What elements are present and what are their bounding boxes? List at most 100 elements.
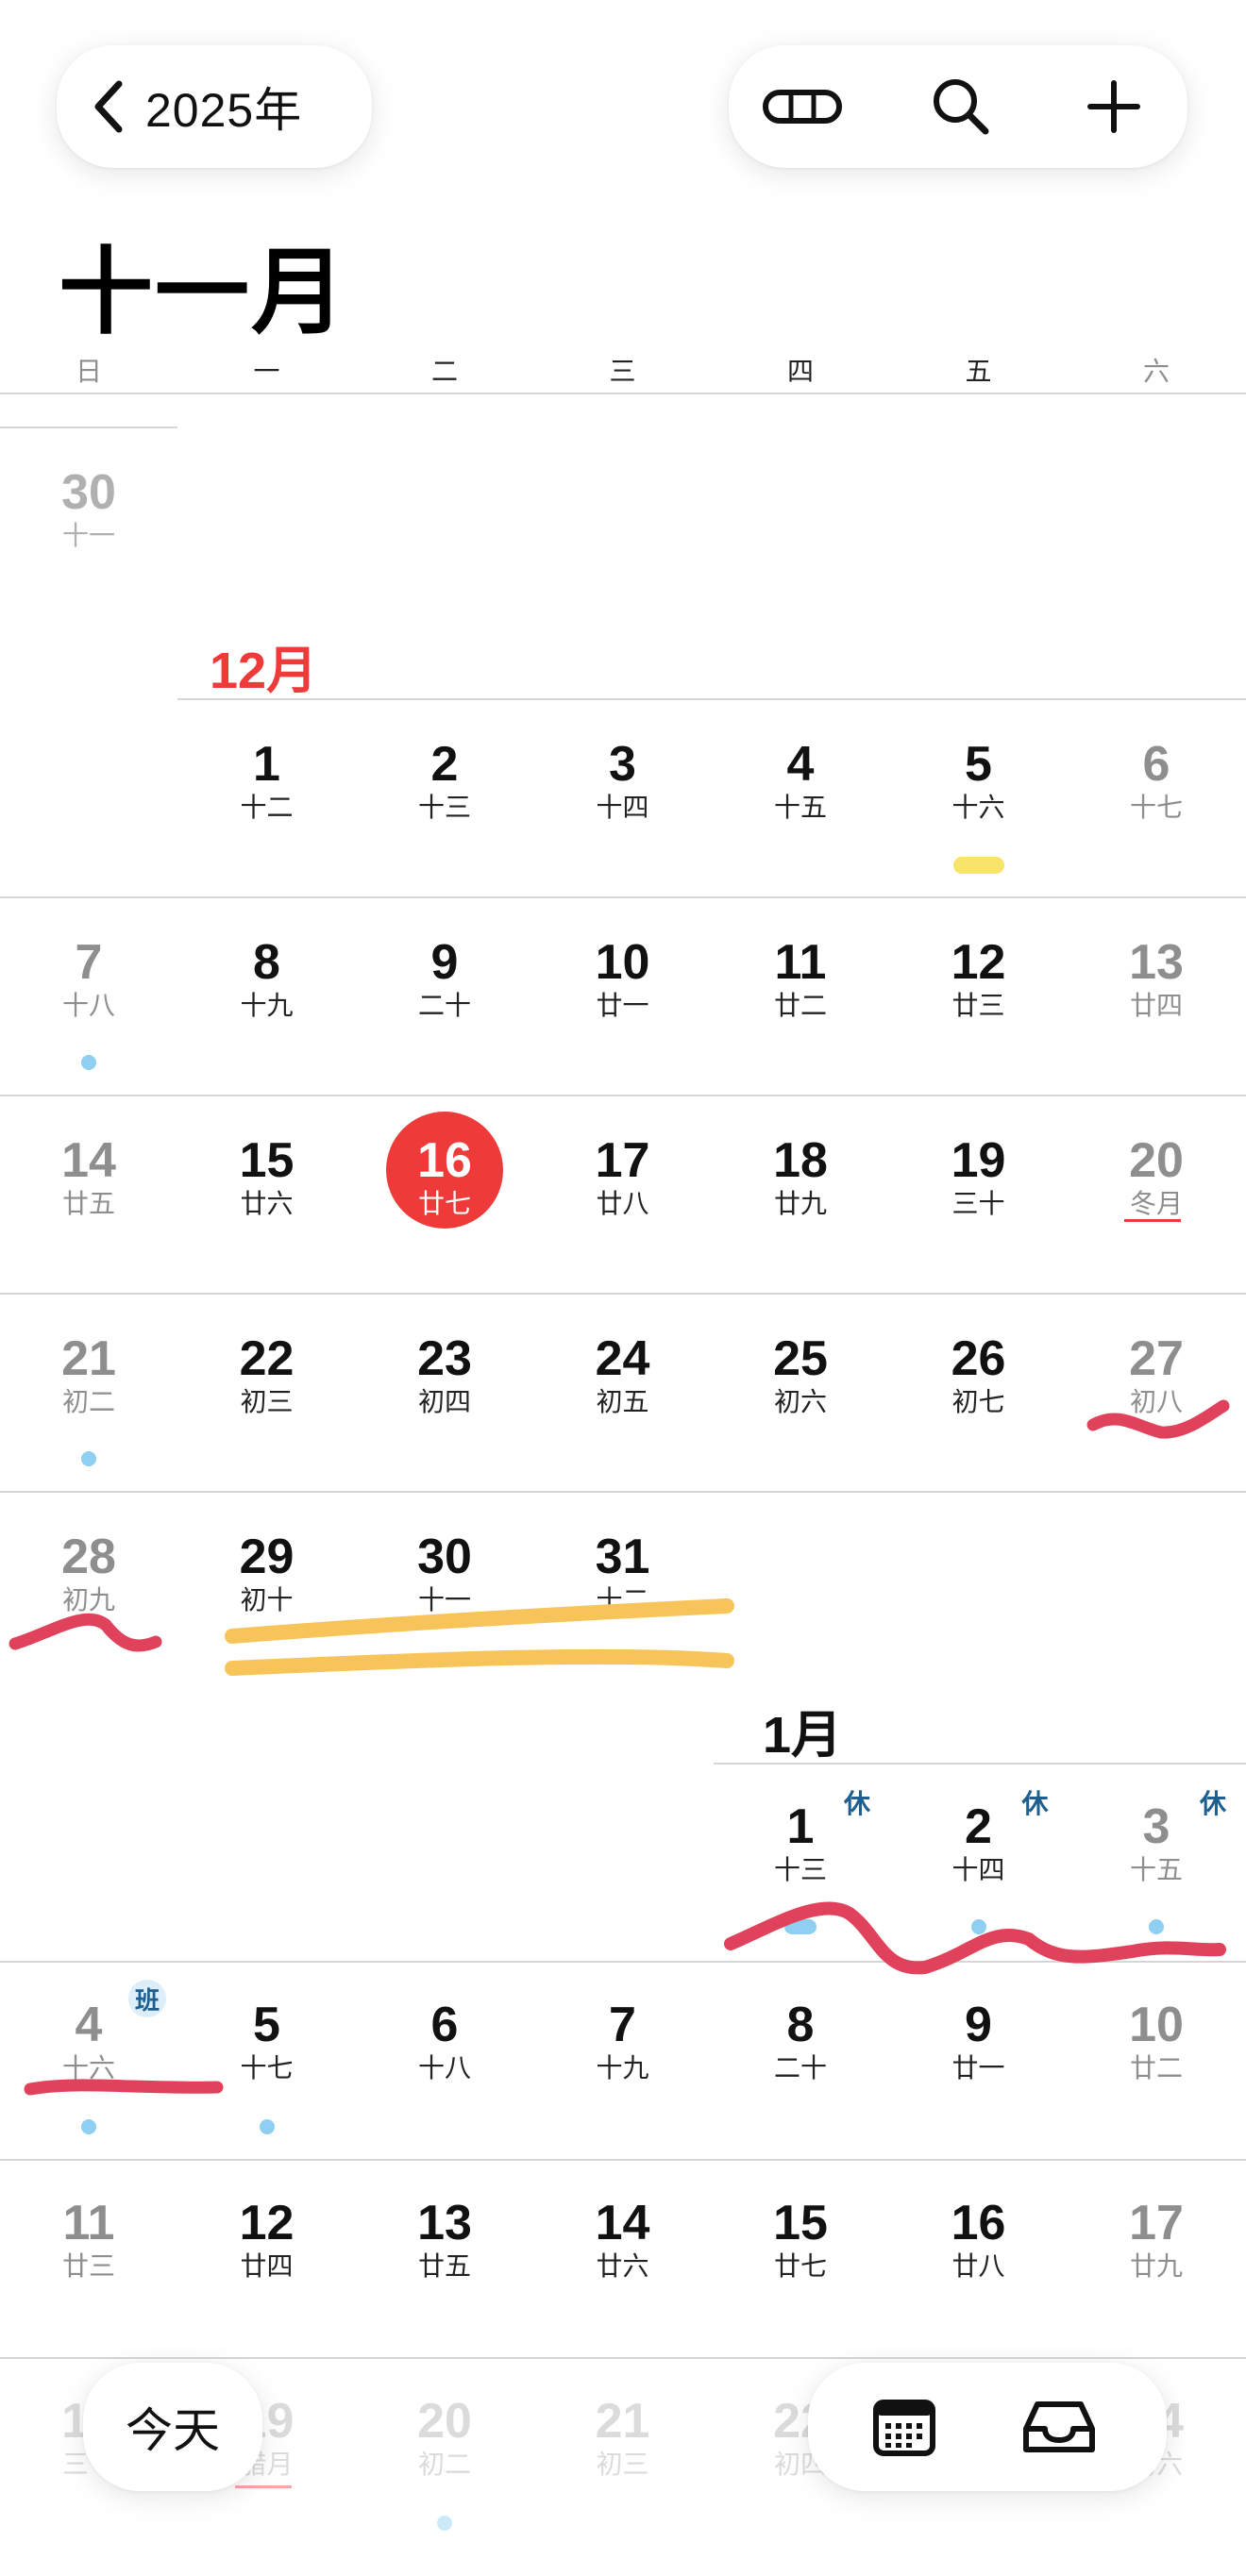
lunar-date: 三十	[951, 1189, 1005, 1218]
day-cell[interactable]: 12 廿三	[890, 934, 1068, 1021]
day-cell[interactable]: 29 初十	[178, 1529, 356, 1615]
weekday-label: 四	[786, 357, 814, 386]
event-dot	[81, 1055, 97, 1070]
day-cell[interactable]: 1 十二	[178, 736, 356, 823]
divider	[0, 2159, 1246, 2161]
day-cell[interactable]: 8 十九	[178, 934, 356, 1021]
lunar-date: 初五	[596, 1387, 649, 1416]
day-cell[interactable]: 19 三十	[890, 1132, 1068, 1219]
event-dot	[1149, 1919, 1165, 1934]
day-cell[interactable]: 22 初三	[178, 1330, 356, 1417]
day-cell[interactable]: 7 十八	[0, 934, 177, 1021]
day-number: 1	[253, 737, 280, 792]
day-number: 7	[75, 935, 103, 990]
lunar-date: 廿九	[1129, 2251, 1183, 2281]
day-cell[interactable]: 9 廿一	[890, 1997, 1068, 2083]
day-number: 15	[239, 1133, 295, 1188]
day-cell[interactable]: 28 初九	[0, 1529, 177, 1615]
day-number: 21	[61, 1331, 116, 1386]
day-cell[interactable]: 17 廿八	[534, 1132, 712, 1219]
day-number: 3	[609, 737, 636, 792]
inbox-icon	[1023, 2401, 1095, 2452]
day-cell[interactable]: 30 十一	[356, 1529, 533, 1615]
search-button[interactable]	[895, 45, 1027, 168]
day-cell[interactable]: 20 冬月	[1068, 1132, 1245, 1219]
lunar-date: 初七	[951, 1387, 1005, 1416]
weekday-label: 日	[75, 357, 102, 386]
day-number: 27	[1129, 1331, 1184, 1386]
day-cell[interactable]: 16 廿七	[356, 1132, 533, 1219]
day-cell[interactable]: 26 初七	[890, 1330, 1068, 1417]
day-number: 14	[595, 2196, 650, 2250]
day-number: 11	[774, 935, 827, 990]
day-number: 28	[61, 1530, 116, 1584]
day-cell[interactable]: 7 十九	[534, 1997, 712, 2083]
lunar-date: 十七	[240, 2053, 294, 2083]
inbox-button[interactable]	[993, 2363, 1125, 2491]
divider	[0, 1961, 1246, 1963]
day-cell[interactable]: 9 二十	[356, 934, 533, 1021]
lunar-date: 廿六	[596, 2251, 649, 2281]
day-cell[interactable]: 31 十二	[534, 1529, 712, 1615]
day-number: 12	[239, 2196, 295, 2250]
day-number: 16	[417, 1133, 472, 1188]
event-dot	[81, 1451, 97, 1466]
lunar-date: 初三	[240, 1387, 294, 1416]
day-cell[interactable]: 16 廿八	[890, 2195, 1068, 2282]
day-cell[interactable]: 12 廿四	[178, 2195, 356, 2282]
day-number: 19	[951, 1133, 1006, 1188]
add-event-button[interactable]	[1048, 45, 1180, 168]
lunar-date: 初二	[61, 1387, 115, 1416]
day-cell[interactable]: 4 十五	[712, 736, 889, 823]
back-label: 2025年	[145, 84, 303, 137]
day-cell[interactable]: 18 廿九	[712, 1132, 889, 1219]
day-cell[interactable]: 5 十六	[890, 736, 1068, 823]
day-cell[interactable]: 13 廿五	[356, 2195, 533, 2282]
day-number: 2	[430, 737, 459, 792]
day-cell[interactable]: 10 廿一	[534, 934, 712, 1021]
day-number: 20	[1129, 1133, 1184, 1188]
day-cell[interactable]: 6 十八	[356, 1997, 533, 2083]
day-cell[interactable]: 24 初五	[534, 1330, 712, 1417]
lunar-date: 十八	[417, 2053, 471, 2083]
calendar-view-button[interactable]	[838, 2363, 970, 2491]
day-cell[interactable]: 21 初二	[0, 1330, 177, 1417]
day-cell[interactable]: 27 初八	[1068, 1330, 1245, 1417]
day-cell[interactable]: 13 廿四	[1068, 934, 1245, 1021]
lunar-date: 十六	[951, 793, 1005, 822]
view-toggle-icon	[763, 90, 842, 124]
day-cell[interactable]: 17 廿九	[1068, 2195, 1245, 2282]
day-number: 10	[595, 935, 650, 990]
day-cell[interactable]: 11 廿二	[712, 934, 889, 1021]
day-cell[interactable]: 3 十四	[534, 736, 712, 823]
day-cell[interactable]: 8 二十	[712, 1997, 889, 2083]
day-cell[interactable]: 23 初四	[356, 1330, 533, 1417]
day-number: 13	[417, 2196, 472, 2250]
lunar-date: 廿三	[61, 2251, 115, 2281]
lunar-date: 十二	[240, 793, 294, 822]
day-cell[interactable]: 15 廿七	[712, 2195, 889, 2282]
view-toggle-button[interactable]	[736, 45, 868, 168]
weekday-label: 六	[1142, 357, 1170, 386]
bottom-toolbar	[808, 2363, 1167, 2491]
day-number: 9	[965, 1998, 992, 2052]
today-button[interactable]: 今天	[83, 2363, 262, 2491]
day-number: 6	[1142, 737, 1170, 792]
lunar-date: 十二	[596, 1585, 649, 1614]
day-cell[interactable]: 14 廿五	[0, 1132, 177, 1219]
day-cell[interactable]: 25 初六	[712, 1330, 889, 1417]
day-cell[interactable]: 11 廿三	[0, 2195, 177, 2282]
day-number: 17	[1129, 2196, 1184, 2250]
divider	[0, 1293, 1246, 1295]
back-to-year-button[interactable]: 2025年	[57, 45, 372, 168]
day-cell[interactable]: 5 十七	[178, 1997, 356, 2083]
weekday-label: 三	[609, 357, 636, 386]
lunar-date: 初九	[61, 1585, 115, 1614]
day-cell[interactable]: 15 廿六	[178, 1132, 356, 1219]
day-cell[interactable]: 14 廿六	[534, 2195, 712, 2282]
lunar-date: 廿一	[596, 991, 649, 1020]
day-cell[interactable]: 30 十一	[0, 464, 177, 551]
day-cell[interactable]: 10 廿二	[1068, 1997, 1245, 2083]
day-cell[interactable]: 2 十三	[356, 736, 533, 823]
day-cell[interactable]: 6 十七	[1068, 736, 1245, 823]
